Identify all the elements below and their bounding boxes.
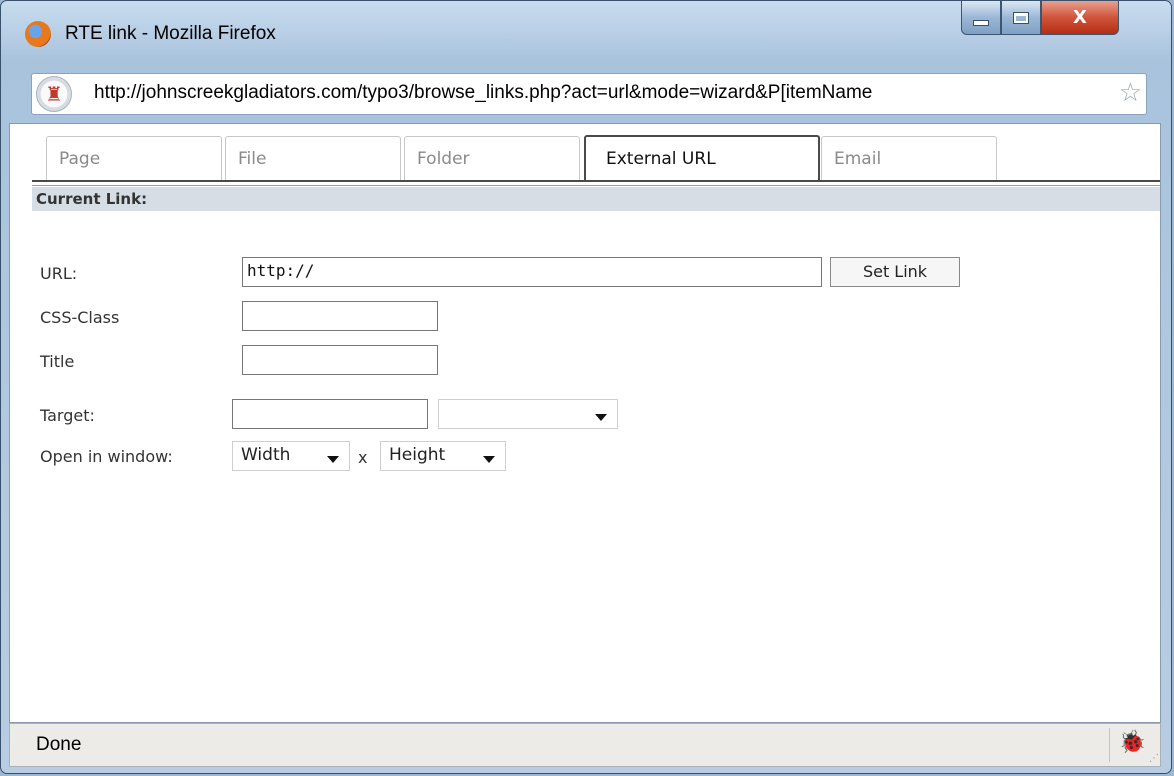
chevron-down-icon <box>595 414 607 421</box>
minimize-button[interactable] <box>961 1 1001 35</box>
url-input[interactable]: http:// <box>242 257 822 287</box>
chevron-down-icon <box>327 456 339 463</box>
height-select-value: Height <box>389 445 446 465</box>
title-bar[interactable]: RTE link - Mozilla Firefox X <box>1 1 1171 59</box>
tab-folder[interactable]: Folder <box>404 136 580 180</box>
width-select[interactable]: Width <box>232 441 350 471</box>
height-select[interactable]: Height <box>380 441 506 471</box>
target-input[interactable] <box>232 399 428 429</box>
css-class-label: CSS-Class <box>40 308 120 327</box>
minimize-icon <box>973 19 989 26</box>
tab-strip: Page File Folder External URL Email <box>10 124 1160 186</box>
tab-file[interactable]: File <box>225 136 401 180</box>
css-class-input[interactable] <box>242 301 438 331</box>
target-select[interactable] <box>438 399 618 429</box>
target-label: Target: <box>40 406 95 425</box>
firefox-icon <box>25 21 51 47</box>
resize-grip-icon[interactable]: ⋰ <box>1149 753 1159 764</box>
tab-email[interactable]: Email <box>821 136 997 180</box>
tab-external-url[interactable]: External URL <box>584 135 820 182</box>
browser-window: RTE link - Mozilla Firefox X ♜ http://jo… <box>0 0 1172 774</box>
maximize-icon <box>1013 11 1029 24</box>
chevron-down-icon <box>483 456 495 463</box>
width-select-value: Width <box>241 445 291 465</box>
tab-divider <box>32 180 1160 186</box>
page-content: Page File Folder External URL Email Curr… <box>9 123 1161 723</box>
status-bar: Done 🐞 ⋰ <box>9 723 1161 767</box>
maximize-button[interactable] <box>1001 1 1041 35</box>
close-button[interactable]: X <box>1041 1 1119 35</box>
site-favicon-icon[interactable]: ♜ <box>36 76 72 112</box>
status-text: Done <box>36 734 82 755</box>
status-divider <box>1109 728 1110 762</box>
tab-page[interactable]: Page <box>46 136 222 180</box>
star-icon[interactable]: ☆ <box>1119 80 1142 106</box>
current-link-header: Current Link: <box>32 187 1160 211</box>
close-icon: X <box>1073 7 1087 28</box>
times-separator: x <box>358 448 368 467</box>
bug-icon[interactable]: 🐞 <box>1119 730 1146 755</box>
title-label: Title <box>40 352 75 371</box>
window-title: RTE link - Mozilla Firefox <box>65 23 276 44</box>
title-input[interactable] <box>242 345 438 375</box>
address-bar[interactable]: ♜ http://johnscreekgladiators.com/typo3/… <box>31 73 1147 115</box>
url-text[interactable]: http://johnscreekgladiators.com/typo3/br… <box>94 82 1110 104</box>
open-in-window-label: Open in window: <box>40 447 173 466</box>
set-link-button[interactable]: Set Link <box>830 257 960 287</box>
url-label: URL: <box>40 264 78 283</box>
